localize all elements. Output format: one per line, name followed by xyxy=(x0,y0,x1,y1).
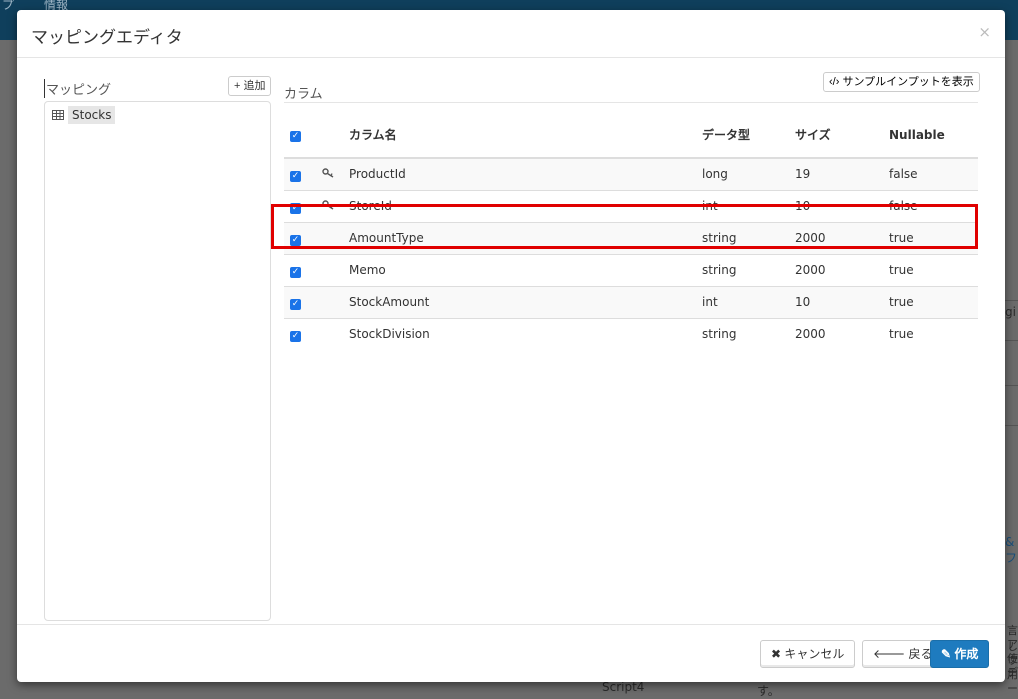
bg-fragment: &フ xyxy=(1005,535,1018,565)
key-icon xyxy=(322,200,334,210)
mapping-label: マッピング xyxy=(44,79,111,98)
header-data-type: データ型 xyxy=(702,112,795,159)
cell-data-type: int xyxy=(702,189,795,222)
cell-size: 2000 xyxy=(795,317,889,350)
cell-data-type: string xyxy=(702,253,795,286)
table-row[interactable]: ✓ Memo string 2000 true xyxy=(284,253,978,286)
cell-data-type: int xyxy=(702,285,795,318)
row-checkbox[interactable]: ✓ xyxy=(290,266,301,278)
show-sample-input-button[interactable]: ‹/› サンプルインプットを表示 xyxy=(823,72,980,92)
bg-fragment: デー xyxy=(1007,666,1018,695)
modal-header: マッピングエディタ × xyxy=(17,10,1005,58)
row-checkbox[interactable]: ✓ xyxy=(290,170,301,182)
columns-label: カラム xyxy=(284,87,323,102)
header-nullable: Nullable xyxy=(889,112,978,159)
table-icon xyxy=(52,110,64,120)
row-checkbox[interactable]: ✓ xyxy=(290,234,301,246)
tree-item-label: Stocks xyxy=(68,106,116,124)
cell-size: 19 xyxy=(795,157,889,190)
table-row[interactable]: ✓ StockDivision string 2000 true xyxy=(284,317,978,350)
bg-fragment: す。 xyxy=(757,684,780,698)
cell-data-type: string xyxy=(702,317,795,350)
table-row[interactable]: ✓ AmountType string 2000 true xyxy=(284,221,978,254)
mapping-tree: Stocks xyxy=(44,101,271,621)
tree-item-stocks[interactable]: Stocks xyxy=(52,106,116,124)
cell-nullable: true xyxy=(889,285,978,318)
row-checkbox[interactable]: ✓ xyxy=(290,202,301,214)
add-mapping-button[interactable]: + 追加 xyxy=(228,76,272,96)
close-icon[interactable]: × xyxy=(978,23,991,41)
modal-title: マッピングエディタ xyxy=(31,28,183,48)
create-button[interactable]: ✎ 作成 xyxy=(930,640,990,668)
table-row[interactable]: ✓ StockAmount int 10 true xyxy=(284,285,978,318)
cell-size: 10 xyxy=(795,189,889,222)
row-checkbox[interactable]: ✓ xyxy=(290,298,301,310)
cell-column-name: StockDivision xyxy=(349,317,702,350)
cell-nullable: true xyxy=(889,317,978,350)
row-checkbox[interactable]: ✓ xyxy=(290,330,301,342)
key-icon xyxy=(322,168,334,178)
cell-nullable: false xyxy=(889,157,978,190)
cancel-button[interactable]: ✖ キャンセル xyxy=(760,640,856,668)
table-row[interactable]: ✓ StoreId int 10 false xyxy=(284,189,978,222)
cell-column-name: AmountType xyxy=(349,221,702,254)
cell-data-type: long xyxy=(702,157,795,190)
cell-column-name: StoreId xyxy=(349,189,702,222)
cell-data-type: string xyxy=(702,221,795,254)
cell-column-name: StockAmount xyxy=(349,285,702,318)
table-header-row: ✓ カラム名 データ型 サイズ Nullable xyxy=(284,112,978,159)
table-row[interactable]: ✓ ProductId long 19 false xyxy=(284,157,978,190)
cell-size: 2000 xyxy=(795,221,889,254)
cell-nullable: true xyxy=(889,253,978,286)
topbar-item: プ xyxy=(2,0,15,12)
header-column-name: カラム名 xyxy=(349,112,702,159)
cell-size: 10 xyxy=(795,285,889,318)
bg-fragment: Script4 xyxy=(602,680,645,694)
columns-table: ✓ カラム名 データ型 サイズ Nullable ✓ ProductId lon… xyxy=(284,112,978,350)
cell-column-name: Memo xyxy=(349,253,702,286)
cell-nullable: false xyxy=(889,189,978,222)
select-all-checkbox[interactable]: ✓ xyxy=(290,131,301,142)
header-size: サイズ xyxy=(795,112,889,159)
cell-column-name: ProductId xyxy=(349,157,702,190)
bg-fragment: gi xyxy=(1005,305,1016,319)
cell-nullable: true xyxy=(889,221,978,254)
mapping-editor-dialog: マッピングエディタ × マッピング + 追加 Stocks カラム ‹/› サン… xyxy=(17,10,1005,682)
cell-size: 2000 xyxy=(795,253,889,286)
modal-footer: ✖ キャンセル 🡐 戻る ✎ 作成 xyxy=(17,624,1005,682)
